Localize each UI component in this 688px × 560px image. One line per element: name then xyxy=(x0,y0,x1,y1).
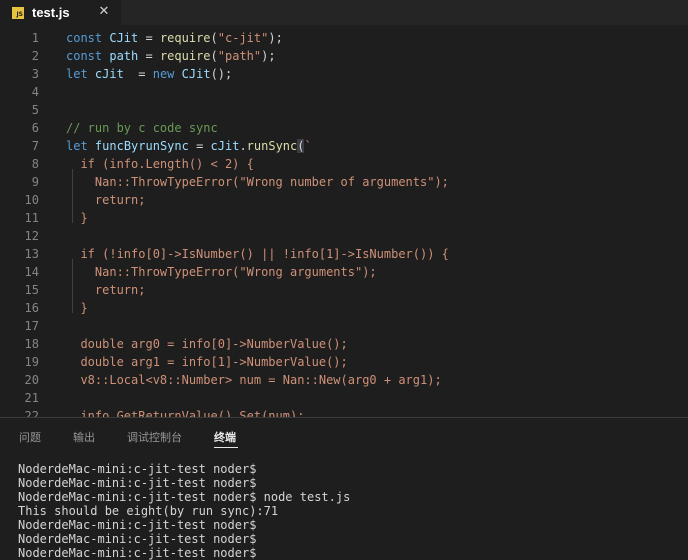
tab-problems[interactable]: 问题 xyxy=(19,429,41,445)
tab-title: test.js xyxy=(32,5,70,20)
close-icon[interactable]: ✕ xyxy=(96,3,112,21)
tab-debug-console[interactable]: 调试控制台 xyxy=(127,429,182,445)
code-line: return; xyxy=(66,193,146,207)
line-number: 4 xyxy=(31,85,39,99)
code-comment: // run by c code sync xyxy=(66,121,218,135)
terminal-line: NoderdeMac-mini:c-jit-test noder$ xyxy=(18,476,257,490)
line-number: 5 xyxy=(31,103,39,117)
line-number: 21 xyxy=(24,391,39,405)
code-line: Nan::ThrowTypeError("Wrong arguments"); xyxy=(66,265,377,279)
code-line: double arg0 = info[0]->NumberValue(); xyxy=(66,337,348,351)
code-line: info.GetReturnValue().Set(num); xyxy=(66,409,305,417)
bottom-panel: 问题 输出 调试控制台 终端 NoderdeMac-mini:c-jit-tes… xyxy=(0,417,688,560)
code-line: } xyxy=(66,301,88,315)
line-number: 17 xyxy=(24,319,39,333)
code-editor[interactable]: 1 2 3 4 5 6 7 8 9 10 11 12 13 14 15 16 1… xyxy=(0,25,688,417)
code-line: } xyxy=(66,211,88,225)
code-line: if (!info[0]->IsNumber() || !info[1]->Is… xyxy=(66,247,449,261)
terminal-line: NoderdeMac-mini:c-jit-test noder$ xyxy=(18,532,257,546)
code-line: if (info.Length() < 2) { xyxy=(66,157,254,171)
code-line: const path = require("path"); xyxy=(66,49,276,63)
tab-test-js[interactable]: JS test.js ✕ xyxy=(0,0,121,25)
code-line: Nan::ThrowTypeError("Wrong number of arg… xyxy=(66,175,449,189)
terminal-line: NoderdeMac-mini:c-jit-test noder$ xyxy=(18,518,257,532)
code-line: let funcByrunSync = cJit.runSync(` xyxy=(66,139,312,153)
javascript-file-icon: JS xyxy=(12,6,24,19)
terminal-line: This should be eight(by run sync):71 xyxy=(18,504,279,518)
editor-tab-bar: JS test.js ✕ xyxy=(0,0,688,25)
code-line: return; xyxy=(66,283,146,297)
active-tab-indicator xyxy=(214,447,238,448)
code-line: let cJit = new CJit(); xyxy=(66,67,233,81)
tab-output[interactable]: 输出 xyxy=(73,429,95,445)
line-number: 12 xyxy=(24,229,39,243)
code-line: double arg1 = info[1]->NumberValue(); xyxy=(66,355,348,369)
code-line: v8::Local<v8::Number> num = Nan::New(arg… xyxy=(66,373,442,387)
terminal-line: NoderdeMac-mini:c-jit-test noder$ node t… xyxy=(18,490,351,504)
terminal-line: NoderdeMac-mini:c-jit-test noder$ xyxy=(18,462,257,476)
terminal-line: NoderdeMac-mini:c-jit-test noder$ xyxy=(18,546,257,560)
code-line: const CJit = require("c-jit"); xyxy=(66,31,283,45)
tab-terminal[interactable]: 终端 xyxy=(214,429,236,445)
